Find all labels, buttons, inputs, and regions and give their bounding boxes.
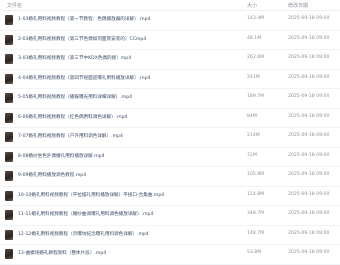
file-row[interactable]: 11-11婚礼用料视频教程（婚纱曲调曝礼用料调色播放详解）.mp4 348.7M… (0, 206, 340, 226)
file-row[interactable]: 12-12婚礼用料视频教程（示曝坊纪念曝礼用料调色详解）.mp4 148.7M … (0, 226, 340, 245)
file-row[interactable]: 6-06婚礼用料视频教程（红色偶用料调色详解）.mp4 84M 2025-09-… (0, 109, 340, 128)
file-date: 2025-09-18 09:00 (288, 133, 330, 138)
file-name[interactable]: 3-03婚礼用料视频教程（第三节中KDX色偶的接）mp4 (18, 55, 238, 61)
file-name[interactable]: 4-04婚礼用料视频教程（第四节视面迎曝礼用料播放详解）.mp4 (18, 75, 238, 81)
file-name[interactable]: 1-03婚礼用料视频教程（第一节教程：色偶播放器的详解）.mp4 (18, 16, 238, 22)
file-size: 148.7M (247, 230, 265, 236)
file-row[interactable]: 3-03婚礼用料视频教程（第三节中KDX色偶的接）mp4 262.6M 2025… (0, 50, 340, 70)
file-size: 214M (247, 133, 260, 138)
file-name[interactable]: 9-09婚礼用料播放调色教程.mp4 (18, 172, 238, 178)
file-row[interactable]: 1-03婚礼用料视频教程（第一节教程：色偶播放器的详解）.mp4 143.4M … (0, 11, 340, 31)
file-size: 241M (247, 74, 260, 80)
file-name[interactable]: 11-11婚礼用料视频教程（婚纱曲调曝礼用料调色播放详解）.mp4 (18, 211, 238, 217)
file-size: 348.7M (247, 211, 265, 216)
file-name[interactable]: 12-12婚礼用料视频教程（示曝坊纪念曝礼用料调色详解）.mp4 (18, 231, 238, 237)
file-date: 2025-09-18 09:00 (288, 250, 330, 255)
video-thumbnail-icon (5, 34, 13, 45)
file-name[interactable]: 6-06婚礼用料视频教程（红色偶用料调色详解）.mp4 (18, 114, 238, 120)
video-thumbnail-icon (5, 151, 13, 162)
file-row[interactable]: 10-10婚礼用料视频教程（平拉摆礼用料播放详解）平接口-合集曲.mp4 114… (0, 187, 340, 206)
video-thumbnail-icon (5, 112, 13, 123)
file-row[interactable]: 7-07婚礼用料视频教程（户外用料调色详解）.mp4 214M 2025-09-… (0, 128, 340, 148)
file-row[interactable]: 9-09婚礼用料播放调色教程.mp4 105.8M 2025-09-18 09:… (0, 167, 340, 187)
file-name[interactable]: 5-05婚礼用料视频教程（播报曝光用料详细详解）.mp4 (18, 94, 238, 100)
file-date: 2025-09-18 09:00 (288, 191, 330, 197)
file-date: 2025-09-18 09:00 (288, 16, 330, 21)
file-row[interactable]: 5-05婚礼用料视频教程（播报曝光用料详细详解）.mp4 189.7M 2025… (0, 89, 340, 109)
file-size: 262.6M (247, 55, 265, 60)
file-date: 2025-09-18 09:00 (288, 94, 330, 99)
file-size: 105.8M (247, 172, 265, 177)
video-thumbnail-icon (5, 54, 13, 64)
file-date: 2025-09-18 09:00 (288, 74, 330, 80)
file-row[interactable]: 2-03婚礼用料视频教程（第三节色偶如何面景安装的）CCmp4 48.1M 20… (0, 31, 340, 50)
file-name[interactable]: 10-10婚礼用料视频教程（平拉摆礼用料播放详解）平接口-合集曲.mp4 (18, 192, 238, 198)
file-date: 2025-09-18 09:00 (288, 152, 330, 158)
file-size: 48.1M (247, 35, 262, 41)
video-thumbnail-icon (5, 171, 13, 181)
file-size: 53.8M (247, 250, 262, 255)
video-thumbnail-icon (5, 190, 13, 201)
file-date: 2025-09-18 09:00 (288, 35, 330, 41)
file-name[interactable]: 8-08婚纱坐色外偶婚礼用料播放详解.mp4 (18, 153, 238, 159)
column-header-name[interactable]: 文件名 (7, 2, 22, 9)
file-list: 1-03婚礼用料视频教程（第一节教程：色偶播放器的详解）.mp4 143.4M … (0, 11, 340, 265)
file-row[interactable]: 8-08婚纱坐色外偶婚礼用料播放详解.mp4 72M 2025-09-18 09… (0, 148, 340, 167)
file-size: 189.7M (247, 94, 265, 99)
file-size: 143.4M (247, 16, 265, 21)
file-date: 2025-09-18 09:00 (288, 55, 330, 60)
file-size: 72M (247, 152, 257, 158)
column-header-date[interactable]: 修改日期 (288, 2, 308, 9)
video-thumbnail-icon (5, 249, 13, 259)
file-date: 2025-09-18 09:00 (288, 113, 330, 119)
video-thumbnail-icon (5, 210, 13, 220)
file-name[interactable]: 2-03婚礼用料视频教程（第三节色偶如何面景安装的）CCmp4 (18, 36, 238, 42)
video-thumbnail-icon (5, 93, 13, 103)
file-row[interactable]: 13-曲模块婚礼教程资料（整体片段）.mp4 53.8M 2025-09-18 … (0, 245, 340, 265)
file-row[interactable]: 4-04婚礼用料视频教程（第四节视面迎曝礼用料播放详解）.mp4 241M 20… (0, 70, 340, 89)
video-thumbnail-icon (5, 73, 13, 84)
file-size: 84M (247, 113, 257, 119)
video-thumbnail-icon (5, 132, 13, 142)
column-header-size[interactable]: 大小 (247, 2, 257, 9)
file-name[interactable]: 13-曲模块婚礼教程资料（整体片段）.mp4 (18, 250, 238, 256)
file-date: 2025-09-18 09:00 (288, 211, 330, 216)
file-size: 114.8M (247, 191, 265, 197)
video-thumbnail-icon (5, 229, 13, 240)
file-name[interactable]: 7-07婚礼用料视频教程（户外用料调色详解）.mp4 (18, 133, 238, 139)
file-date: 2025-09-18 09:00 (288, 172, 330, 177)
file-list-header: 文件名 大小 修改日期 (0, 0, 340, 11)
file-date: 2025-09-18 09:00 (288, 230, 330, 236)
video-thumbnail-icon (5, 15, 13, 25)
